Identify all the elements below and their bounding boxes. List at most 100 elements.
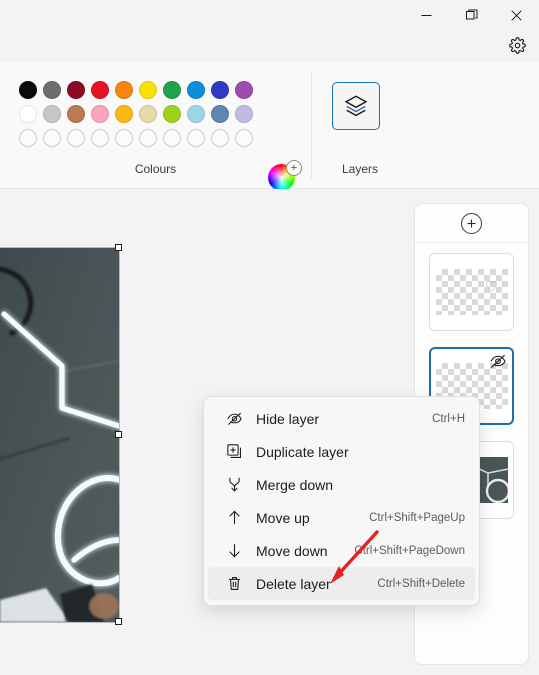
colour-swatch-cell[interactable]	[184, 78, 208, 102]
colour-swatch-cell[interactable]	[232, 102, 256, 126]
colour-swatch-cell[interactable]	[40, 102, 64, 126]
colour-swatch-r1-3[interactable]	[91, 81, 109, 99]
menu-item-shortcut: Ctrl+Shift+PageDown	[354, 544, 465, 557]
merge-down-icon	[222, 476, 246, 493]
menu-item-duplicate-layer[interactable]: Duplicate layer	[208, 435, 475, 468]
colour-swatch-cell[interactable]	[232, 126, 256, 150]
colour-swatch-r1-7[interactable]	[187, 81, 205, 99]
colour-swatch-cell[interactable]	[160, 126, 184, 150]
trash-icon	[222, 575, 246, 592]
colour-swatch-cell[interactable]	[64, 102, 88, 126]
plus-icon	[467, 219, 476, 227]
colour-swatch-cell[interactable]	[16, 102, 40, 126]
layer-thumbnail: ♡	[435, 269, 508, 315]
colour-swatch-cell[interactable]	[40, 78, 64, 102]
colour-swatch-r2-5[interactable]	[139, 105, 157, 123]
colour-swatch-r1-4[interactable]	[115, 81, 133, 99]
menu-item-shortcut: Ctrl+Shift+Delete	[377, 577, 465, 590]
menu-item-label: Delete layer	[256, 575, 331, 592]
menu-item-hide-layer[interactable]: Hide layer Ctrl+H	[208, 402, 475, 435]
layers-group: Layers	[312, 62, 492, 188]
colour-swatch-r1-1[interactable]	[43, 81, 61, 99]
gear-icon	[508, 36, 526, 54]
restore-button[interactable]	[449, 0, 494, 30]
colour-swatch-r2-2[interactable]	[67, 105, 85, 123]
colour-swatch-cell[interactable]	[16, 78, 40, 102]
canvas-image[interactable]	[0, 248, 119, 622]
colour-swatch-r2-7[interactable]	[187, 105, 205, 123]
colour-swatch-cell[interactable]	[88, 78, 112, 102]
colour-swatch-cell[interactable]	[88, 126, 112, 150]
menu-item-merge-down[interactable]: Merge down	[208, 468, 475, 501]
colour-swatch-cell[interactable]	[16, 126, 40, 150]
minimize-button[interactable]	[404, 0, 449, 30]
colour-swatch-cell[interactable]	[184, 126, 208, 150]
colour-swatch-r1-2[interactable]	[67, 81, 85, 99]
colour-swatch-cell[interactable]	[208, 78, 232, 102]
colour-swatch-cell[interactable]	[64, 78, 88, 102]
layer-hidden-eye-slash-icon[interactable]	[489, 352, 507, 375]
colour-swatch-cell[interactable]	[232, 78, 256, 102]
colour-swatch-cell[interactable]	[112, 126, 136, 150]
colour-swatch-empty-r3-6[interactable]	[163, 129, 181, 147]
colour-swatch-empty-r3-8[interactable]	[211, 129, 229, 147]
selection-handle-bottom-right[interactable]	[115, 618, 122, 625]
colour-swatch-cell[interactable]	[136, 126, 160, 150]
colour-swatch-r1-0[interactable]	[19, 81, 37, 99]
colour-swatch-r2-0[interactable]	[19, 105, 37, 123]
settings-button[interactable]	[501, 30, 533, 60]
colour-swatch-cell[interactable]	[136, 102, 160, 126]
colour-swatch-r1-9[interactable]	[235, 81, 253, 99]
colour-swatch-empty-r3-4[interactable]	[115, 129, 133, 147]
colour-swatch-empty-r3-0[interactable]	[19, 129, 37, 147]
layer-context-menu[interactable]: Hide layer Ctrl+H Duplicate layer Merge dow…	[203, 396, 480, 606]
colour-swatch-r2-9[interactable]	[235, 105, 253, 123]
colour-swatch-cell[interactable]	[64, 126, 88, 150]
colour-swatch-empty-r3-7[interactable]	[187, 129, 205, 147]
colour-swatch-cell[interactable]	[112, 102, 136, 126]
neon-wall-photo	[0, 248, 119, 622]
colour-swatch-empty-r3-3[interactable]	[91, 129, 109, 147]
colour-swatch-cell[interactable]	[136, 78, 160, 102]
ribbon-toolbar: + Colours Layers	[0, 62, 539, 191]
colour-swatch-grid[interactable]	[16, 78, 256, 150]
colour-swatch-cell[interactable]	[88, 102, 112, 126]
canvas-selection[interactable]	[0, 244, 122, 625]
colour-swatch-cell[interactable]	[184, 102, 208, 126]
colour-swatch-r2-6[interactable]	[163, 105, 181, 123]
colour-swatch-r1-5[interactable]	[139, 81, 157, 99]
colour-swatch-cell[interactable]	[40, 126, 64, 150]
menu-item-move-up[interactable]: Move up Ctrl+Shift+PageUp	[208, 501, 475, 534]
menu-item-label: Hide layer	[256, 410, 320, 427]
colour-swatch-r1-6[interactable]	[163, 81, 181, 99]
paint-app-window: + Colours Layers ♡ Hide layer Ctrl+H Dup…	[0, 0, 539, 675]
selection-handle-top-right[interactable]	[115, 244, 122, 251]
arrow-down-icon	[222, 542, 246, 559]
layers-toggle-button[interactable]	[332, 82, 380, 130]
colour-swatch-cell[interactable]	[208, 126, 232, 150]
close-button[interactable]	[494, 0, 539, 30]
eye-slash-icon	[222, 410, 246, 427]
colour-swatch-r2-8[interactable]	[211, 105, 229, 123]
colour-swatch-cell[interactable]	[160, 78, 184, 102]
selection-handle-middle-right[interactable]	[115, 431, 122, 438]
menu-item-label: Merge down	[256, 476, 334, 493]
colour-swatch-cell[interactable]	[112, 78, 136, 102]
colour-swatch-r2-4[interactable]	[115, 105, 133, 123]
colour-swatch-empty-r3-2[interactable]	[67, 129, 85, 147]
heart-icon: ♡	[485, 279, 499, 296]
colour-swatch-r1-8[interactable]	[211, 81, 229, 99]
colour-swatch-empty-r3-9[interactable]	[235, 129, 253, 147]
layer-item-layer-1[interactable]: ♡	[429, 253, 514, 331]
menu-item-delete-layer[interactable]: Delete layer Ctrl+Shift+Delete	[208, 567, 475, 600]
minimize-icon	[421, 14, 432, 16]
add-layer-button[interactable]	[461, 212, 482, 234]
colour-swatch-r2-1[interactable]	[43, 105, 61, 123]
colour-swatch-r2-3[interactable]	[91, 105, 109, 123]
colour-swatch-cell[interactable]	[208, 102, 232, 126]
colours-group: + Colours	[0, 62, 311, 191]
colour-swatch-cell[interactable]	[160, 102, 184, 126]
colour-swatch-empty-r3-5[interactable]	[139, 129, 157, 147]
menu-item-move-down[interactable]: Move down Ctrl+Shift+PageDown	[208, 534, 475, 567]
colour-swatch-empty-r3-1[interactable]	[43, 129, 61, 147]
